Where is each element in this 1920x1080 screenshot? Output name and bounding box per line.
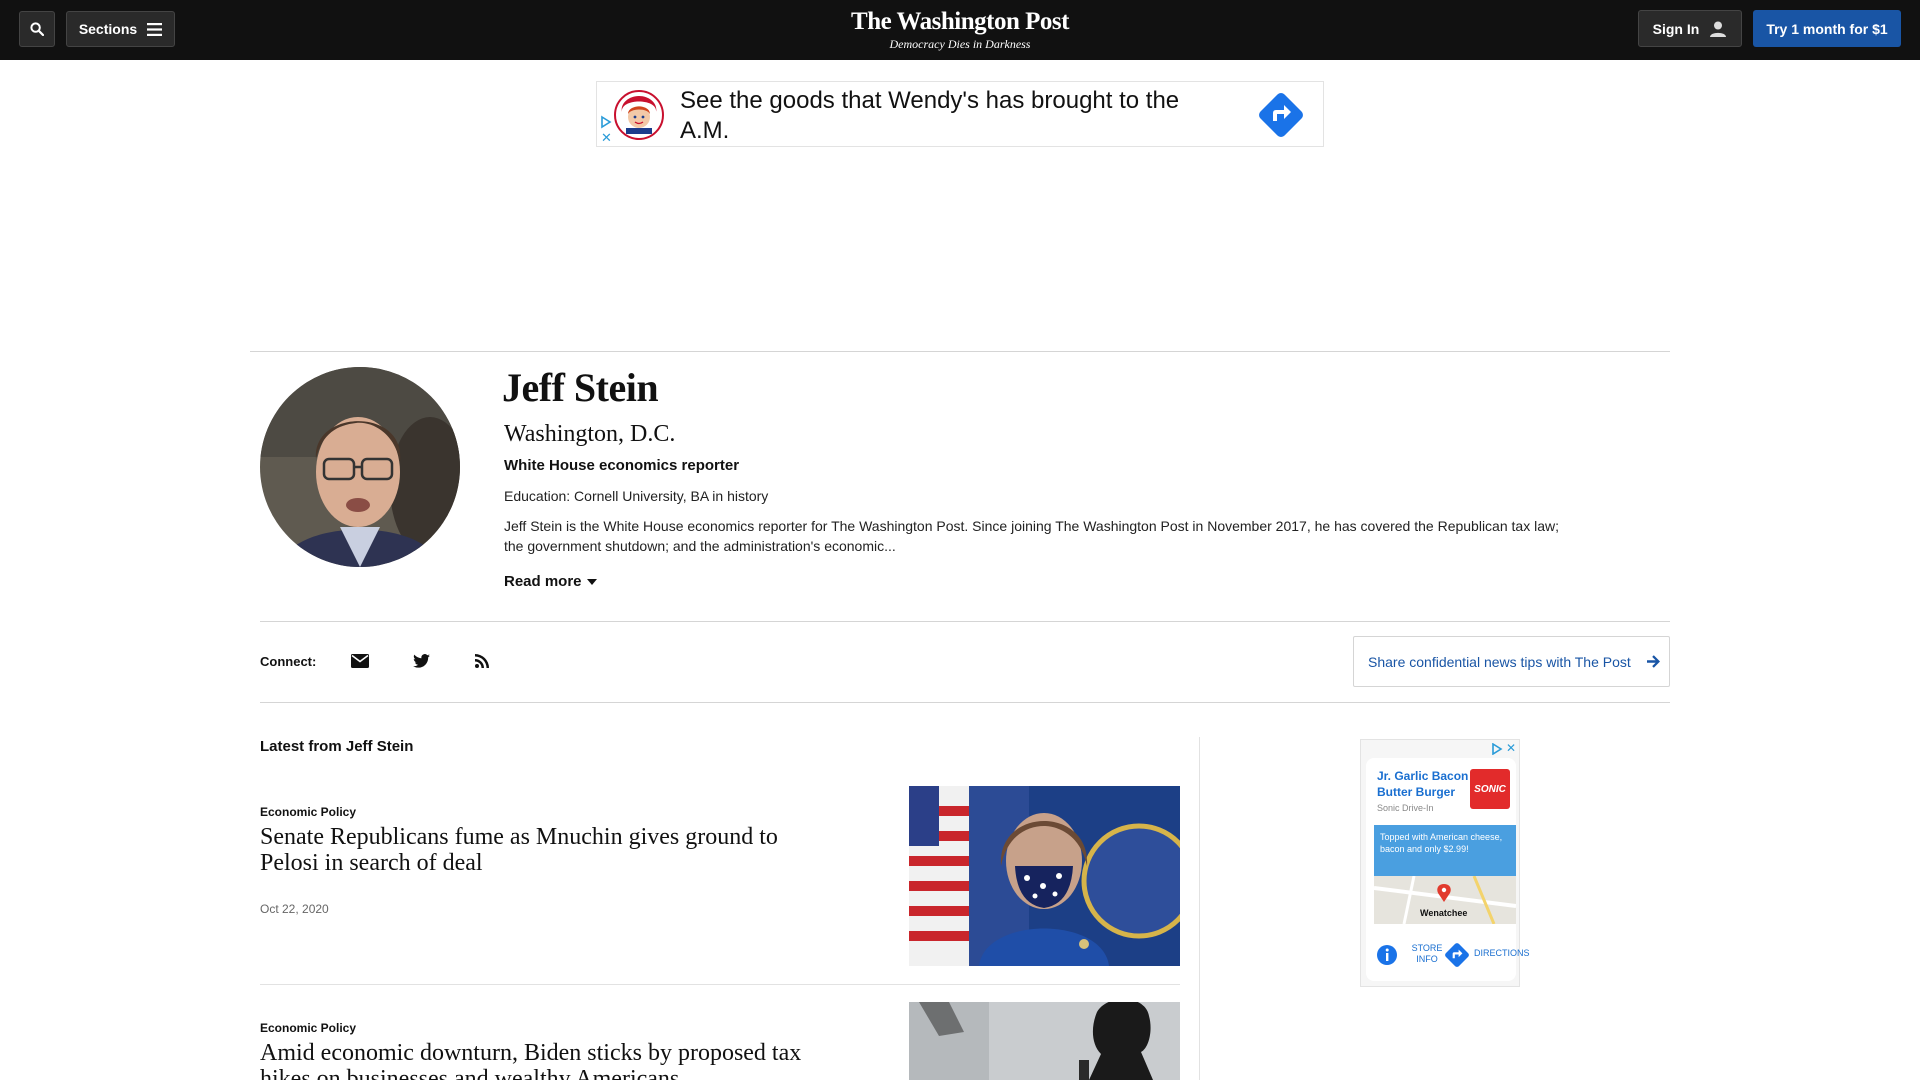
sonic-logo: SONIC [1470, 769, 1510, 809]
site-logo: The Washington Post [851, 8, 1069, 35]
arrow-right-icon [1646, 655, 1660, 668]
top-ad-text[interactable]: See the goods that Wendy's has brought t… [680, 86, 1180, 146]
directions-arrow-icon[interactable] [1257, 91, 1305, 139]
author-education: Education: Cornell University, BA in his… [504, 488, 769, 504]
wendys-logo-icon [614, 90, 664, 140]
map-label: Wenatchee [1420, 908, 1468, 918]
site-tagline: Democracy Dies in Darkness [889, 37, 1031, 51]
divider [260, 621, 1670, 622]
store-info-link[interactable]: STORE INFO [1410, 943, 1444, 965]
sign-in-label: Sign In [1652, 20, 1700, 37]
read-more-label: Read more [504, 573, 582, 590]
directions-link[interactable]: DIRECTIONS [1474, 948, 1530, 958]
read-more-button[interactable]: Read more [504, 572, 597, 592]
email-icon[interactable] [350, 651, 370, 671]
news-tips-label: Share confidential news tips with The Po… [1368, 653, 1631, 670]
latest-heading: Latest from Jeff Stein [260, 738, 414, 755]
ad-choices-icon[interactable] [1491, 743, 1503, 755]
top-navigation-bar: Sections The Washington Post Democracy D… [0, 0, 1920, 60]
story-kicker[interactable]: Economic Policy [260, 804, 356, 820]
twitter-icon[interactable] [411, 651, 431, 671]
column-divider [1199, 737, 1200, 1080]
top-banner-ad[interactable]: ✕ See the goods that Wendy's has brought… [596, 81, 1324, 147]
story-kicker[interactable]: Economic Policy [260, 1020, 356, 1036]
masthead-logo[interactable]: The Washington Post Democracy Dies in Da… [760, 8, 1160, 52]
author-role: White House economics reporter [504, 457, 740, 474]
caret-down-icon [586, 579, 597, 585]
ad-close-icon[interactable]: ✕ [1506, 741, 1516, 755]
user-icon [1710, 21, 1727, 37]
story-headline[interactable]: Amid economic downturn, Biden sticks by … [260, 1040, 820, 1080]
divider [260, 984, 1180, 985]
news-tips-link[interactable]: Share confidential news tips with The Po… [1353, 636, 1670, 687]
ad-promo-text: Topped with American cheese, bacon and o… [1374, 825, 1516, 876]
side-banner-ad[interactable]: ✕ Jr. Garlic Bacon Butter Burger Sonic D… [1360, 739, 1530, 987]
sections-menu-button[interactable]: Sections [66, 11, 175, 47]
ad-card[interactable]: Jr. Garlic Bacon Butter Burger Sonic Dri… [1366, 758, 1530, 981]
rss-icon[interactable] [472, 651, 492, 671]
author-location: Washington, D.C. [504, 421, 676, 447]
sections-label: Sections [78, 21, 138, 37]
subscribe-button[interactable]: Try 1 month for $1 [1753, 10, 1901, 47]
author-avatar [260, 367, 460, 567]
story-thumbnail[interactable] [909, 786, 1180, 966]
ad-title[interactable]: Jr. Garlic Bacon Butter Burger [1377, 768, 1472, 800]
search-icon [30, 22, 44, 36]
story-headline[interactable]: Senate Republicans fume as Mnuchin gives… [260, 824, 820, 876]
connect-label: Connect: [260, 654, 317, 669]
hamburger-icon [147, 22, 163, 36]
ad-map[interactable]: Wenatchee [1374, 876, 1516, 924]
info-icon[interactable] [1376, 944, 1398, 966]
divider [260, 702, 1670, 703]
ad-choices-icon[interactable] [600, 115, 612, 129]
author-bio: Jeff Stein is the White House economics … [504, 518, 1559, 554]
directions-arrow-icon[interactable] [1444, 942, 1470, 968]
author-name: Jeff Stein [502, 365, 659, 410]
ad-brand: Sonic Drive-In [1377, 803, 1434, 813]
search-button[interactable] [19, 11, 55, 47]
story-date: Oct 22, 2020 [260, 902, 329, 916]
sign-in-button[interactable]: Sign In [1638, 10, 1742, 47]
divider [250, 351, 1670, 352]
ad-close-icon[interactable]: ✕ [601, 131, 612, 144]
story-thumbnail[interactable] [909, 1002, 1180, 1080]
